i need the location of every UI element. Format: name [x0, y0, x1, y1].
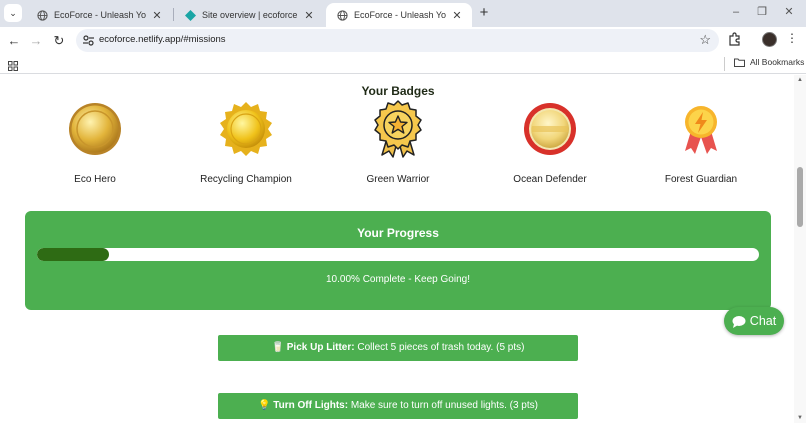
- mission-name: Pick Up Litter:: [286, 342, 355, 353]
- badge-recycling-champion: Recycling Champion: [176, 99, 316, 185]
- badge-label: Green Warrior: [366, 174, 430, 185]
- forward-arrow-icon[interactable]: →: [27, 32, 45, 50]
- gold-coin-medal-icon: [69, 103, 121, 155]
- red-ring-medal-icon: [524, 103, 576, 155]
- all-bookmarks-button[interactable]: All Bookmarks: [734, 57, 804, 67]
- page-scrollbar[interactable]: ▲ ▼: [794, 75, 806, 423]
- bookmarks-separator: [724, 57, 725, 71]
- all-bookmarks-label: All Bookmarks: [750, 57, 805, 67]
- mission-pick-up-litter[interactable]: 🥛 Pick Up Litter: Collect 5 pieces of tr…: [218, 335, 578, 361]
- restore-icon[interactable]: ❐: [754, 4, 770, 20]
- progress-track: [37, 248, 759, 261]
- tab-strip: ⌄ EcoForce - Unleash Your Inner ✕ Site o…: [0, 0, 806, 27]
- back-arrow-icon[interactable]: ←: [5, 32, 23, 50]
- address-bar[interactable]: ecoforce.netlify.app/#missions ☆: [76, 29, 719, 52]
- bookmarks-bar: All Bookmarks: [0, 54, 806, 74]
- badge-label: Recycling Champion: [200, 174, 292, 185]
- gold-seal-medal-icon: [220, 102, 272, 156]
- apps-grid-icon[interactable]: [8, 58, 18, 71]
- reload-icon[interactable]: ↻: [50, 32, 68, 50]
- globe-icon: [36, 9, 48, 21]
- tab-netlify[interactable]: Site overview | ecoforce | Netlify ✕: [174, 3, 324, 27]
- site-info-icon[interactable]: [82, 34, 95, 47]
- progress-status-text: 10.00% Complete - Keep Going!: [326, 274, 470, 285]
- speech-bubble-icon: [732, 315, 746, 328]
- badge-eco-hero: Eco Hero: [25, 99, 165, 185]
- chat-label: Chat: [749, 314, 777, 328]
- mission-description: Make sure to turn off unused lights. (3 …: [348, 400, 538, 411]
- extensions-icon[interactable]: [728, 32, 744, 48]
- close-icon[interactable]: ✕: [450, 9, 464, 22]
- badge-label: Ocean Defender: [513, 174, 587, 185]
- progress-title: Your Progress: [357, 226, 439, 240]
- page-content: Your Badges Eco Hero Recycling Champion: [0, 75, 806, 423]
- chat-button[interactable]: Chat: [724, 307, 784, 335]
- badge-ocean-defender: Ocean Defender: [480, 99, 620, 185]
- mission-description: Collect 5 pieces of trash today. (5 pts): [354, 342, 525, 353]
- mission-turn-off-lights[interactable]: 💡 Turn Off Lights: Make sure to turn off…: [218, 393, 578, 419]
- browser-toolbar: ← → ↻ ecoforce.netlify.app/#missions ☆ ⋮: [0, 27, 806, 54]
- scroll-up-arrow-icon[interactable]: ▲: [797, 77, 803, 83]
- bookmark-star-icon[interactable]: ☆: [699, 32, 711, 48]
- progress-card: Your Progress 10.00% Complete - Keep Goi…: [25, 211, 771, 310]
- menu-kebab-icon[interactable]: ⋮: [786, 31, 798, 45]
- badges-heading: Your Badges: [361, 84, 435, 98]
- scroll-down-arrow-icon[interactable]: ▼: [797, 415, 803, 421]
- minimize-icon[interactable]: –: [728, 4, 744, 20]
- tab-title: EcoForce - Unleash Your Inner: [54, 10, 146, 20]
- badge-label: Eco Hero: [74, 174, 116, 185]
- progress-fill: [37, 248, 110, 261]
- window-close-icon[interactable]: ✕: [781, 4, 797, 20]
- badge-forest-guardian: Forest Guardian: [631, 99, 771, 185]
- milk-glass-icon: 🥛: [271, 342, 284, 353]
- url-text: ecoforce.netlify.app/#missions: [99, 34, 226, 45]
- tab-title: Site overview | ecoforce | Netlify: [202, 10, 298, 20]
- lightning-ribbon-medal-icon: [685, 106, 717, 154]
- folder-icon: [734, 58, 745, 67]
- badge-green-warrior: Green Warrior: [328, 99, 468, 185]
- new-tab-button[interactable]: +: [476, 5, 492, 21]
- close-icon[interactable]: ✕: [150, 9, 164, 22]
- scrollbar-thumb[interactable]: [797, 167, 803, 227]
- mission-name: Turn Off Lights:: [273, 400, 349, 411]
- tab-ecoforce-active[interactable]: EcoForce - Unleash Your Inner ✕: [326, 3, 472, 27]
- star-rosette-icon: [374, 100, 422, 158]
- badge-label: Forest Guardian: [664, 174, 738, 185]
- globe-icon: [336, 9, 348, 21]
- tab-search-button[interactable]: ⌄: [4, 4, 22, 22]
- light-bulb-icon: 💡: [258, 400, 271, 411]
- tab-ecoforce-1[interactable]: EcoForce - Unleash Your Inner ✕: [26, 3, 172, 27]
- close-icon[interactable]: ✕: [302, 9, 316, 22]
- profile-avatar[interactable]: [762, 32, 777, 47]
- netlify-icon: [184, 9, 196, 21]
- tab-title: EcoForce - Unleash Your Inner: [354, 10, 446, 20]
